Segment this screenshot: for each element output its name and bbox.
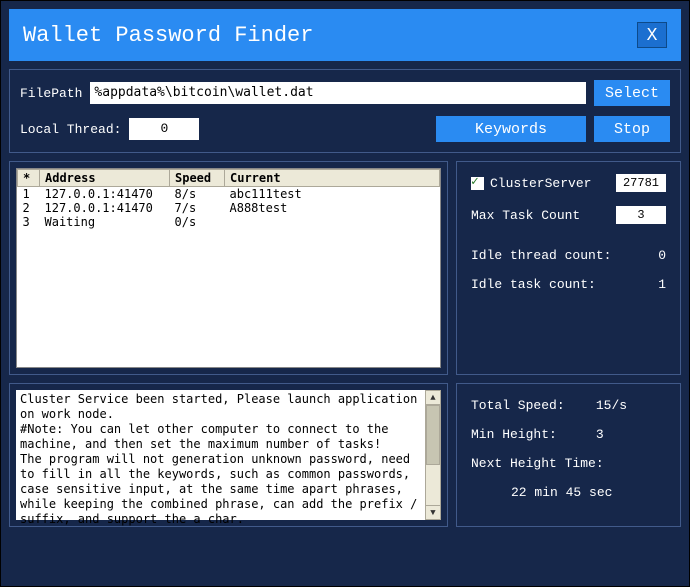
nexttime-label: Next Height Time: bbox=[471, 456, 604, 471]
filepath-input[interactable]: %appdata%\bitcoin\wallet.dat bbox=[90, 82, 586, 104]
col-index[interactable]: * bbox=[18, 170, 40, 187]
nodes-panel: * Address Speed Current 1 127.0.0.1:4147… bbox=[9, 161, 448, 375]
idlethread-label: Idle thread count: bbox=[471, 248, 611, 263]
idletask-label: Idle task count: bbox=[471, 277, 596, 292]
maxtask-label: Max Task Count bbox=[471, 208, 580, 223]
cluster-panel: ClusterServer 27781 Max Task Count 3 Idl… bbox=[456, 161, 681, 375]
config-panel: FilePath %appdata%\bitcoin\wallet.dat Se… bbox=[9, 69, 681, 153]
table-row[interactable]: 2 127.0.0.1:41470 7/s A888test bbox=[18, 201, 440, 215]
scroll-up-icon[interactable]: ▲ bbox=[426, 391, 440, 405]
minheight-label: Min Height: bbox=[471, 427, 557, 442]
scroll-thumb[interactable] bbox=[426, 405, 440, 465]
localthread-input[interactable]: 0 bbox=[129, 118, 199, 140]
table-row[interactable]: 3 Waiting 0/s bbox=[18, 215, 440, 229]
idletask-value: 1 bbox=[658, 277, 666, 292]
table-row[interactable]: 1 127.0.0.1:41470 8/s abc111test bbox=[18, 187, 440, 202]
col-speed[interactable]: Speed bbox=[170, 170, 225, 187]
scroll-down-icon[interactable]: ▼ bbox=[426, 505, 440, 519]
clusterserver-checkbox[interactable] bbox=[471, 177, 484, 190]
stats-panel: Total Speed: 15/s Min Height: 3 Next Hei… bbox=[456, 383, 681, 527]
col-current[interactable]: Current bbox=[225, 170, 440, 187]
app-title: Wallet Password Finder bbox=[23, 23, 313, 48]
minheight-value: 3 bbox=[596, 427, 604, 442]
col-address[interactable]: Address bbox=[40, 170, 170, 187]
scrollbar[interactable]: ▲ ▼ bbox=[425, 390, 441, 520]
title-bar: Wallet Password Finder X bbox=[9, 9, 681, 61]
close-button[interactable]: X bbox=[637, 22, 667, 48]
clusterserver-port[interactable]: 27781 bbox=[616, 174, 666, 192]
filepath-label: FilePath bbox=[20, 86, 82, 101]
clusterserver-label: ClusterServer bbox=[490, 176, 591, 191]
totalspeed-label: Total Speed: bbox=[471, 398, 565, 413]
nexttime-value: 22 min 45 sec bbox=[511, 485, 612, 500]
log-textarea[interactable]: Cluster Service been started, Please lau… bbox=[16, 390, 441, 520]
totalspeed-value: 15/s bbox=[596, 398, 627, 413]
nodes-table[interactable]: * Address Speed Current 1 127.0.0.1:4147… bbox=[16, 168, 441, 368]
log-panel: Cluster Service been started, Please lau… bbox=[9, 383, 448, 527]
idlethread-value: 0 bbox=[658, 248, 666, 263]
stop-button[interactable]: Stop bbox=[594, 116, 670, 142]
keywords-button[interactable]: Keywords bbox=[436, 116, 586, 142]
select-button[interactable]: Select bbox=[594, 80, 670, 106]
maxtask-input[interactable]: 3 bbox=[616, 206, 666, 224]
localthread-label: Local Thread: bbox=[20, 122, 121, 137]
